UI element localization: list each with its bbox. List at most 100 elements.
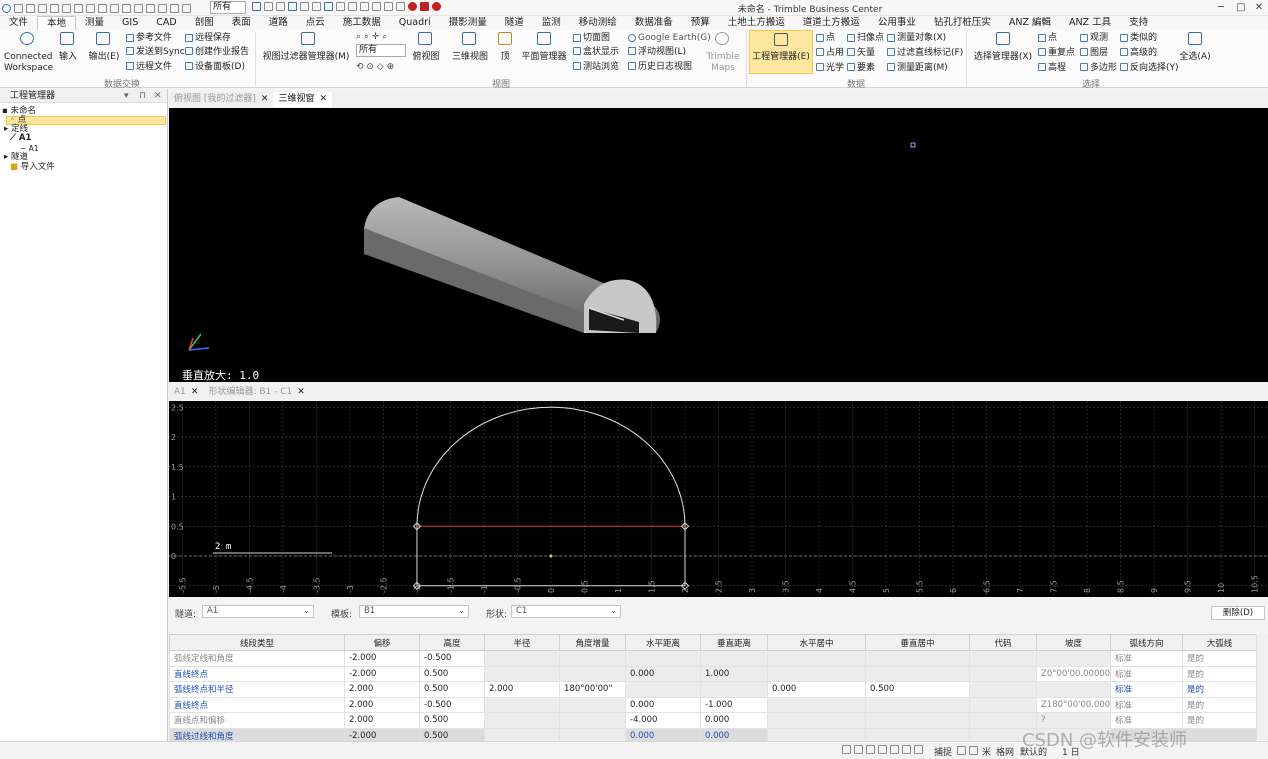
refresh-icon[interactable] <box>324 2 333 11</box>
menu-item[interactable]: 本地 <box>37 16 77 30</box>
menu-item[interactable]: 预算 <box>682 16 719 30</box>
snap-angle-icon[interactable] <box>902 745 911 754</box>
tree-item-imported-files[interactable]: ■ 导入文件 <box>10 163 55 172</box>
snap-point-icon[interactable] <box>854 745 863 754</box>
table-cell[interactable]: 弧线终点和半径 <box>169 681 345 698</box>
nav-tools[interactable]: ⟲ ⊙ ◇ ⊕ <box>356 62 394 72</box>
vector-button[interactable]: 矢量 <box>857 48 875 58</box>
table-cell[interactable]: 1.000 <box>700 665 768 682</box>
menu-item[interactable]: 文件 <box>0 16 37 30</box>
table-cell[interactable] <box>559 712 626 729</box>
shape-select[interactable]: C1 ⌄ <box>511 605 621 618</box>
tab-3d-view[interactable]: 三维视窗 ✕ <box>273 92 332 107</box>
column-header[interactable]: 大弧线 <box>1182 634 1257 651</box>
snap-mid-icon[interactable] <box>878 745 887 754</box>
menu-item[interactable]: 摄影测量 <box>440 16 496 30</box>
copy-icon[interactable] <box>312 2 321 11</box>
remote-save-button[interactable]: 远程保存 <box>195 33 231 43</box>
table-cell[interactable]: -0.500 <box>419 696 485 713</box>
occupation-button[interactable]: 占用 <box>826 48 844 58</box>
table-cell[interactable]: 0.000 <box>700 712 768 729</box>
history-log-button[interactable]: 历史日志视图 <box>638 62 692 72</box>
table-cell[interactable]: -2.000 <box>344 650 420 667</box>
select-elevation-button[interactable]: 高程 <box>1048 63 1066 73</box>
panel-close-icon[interactable]: ✕ <box>154 89 162 103</box>
zoom-tools[interactable]: ⌕ ⌕ ✛ ⌕ <box>356 32 387 42</box>
link-icon[interactable] <box>288 2 297 11</box>
table-cell[interactable]: 标准 <box>1110 650 1183 667</box>
tab-close-icon[interactable]: ✕ <box>297 385 305 400</box>
table-cell[interactable] <box>559 696 626 713</box>
menu-item[interactable]: 施工数据 <box>334 16 390 30</box>
table-cell[interactable]: 2.000 <box>344 681 420 698</box>
snap-end-icon[interactable] <box>866 745 875 754</box>
tab-close-icon[interactable]: ✕ <box>319 92 327 107</box>
table-cell[interactable]: 0.500 <box>419 665 485 682</box>
view-icon[interactable] <box>182 3 191 13</box>
coordinate-icon[interactable] <box>957 746 966 755</box>
table-cell[interactable] <box>969 650 1037 667</box>
table-cell[interactable] <box>559 665 626 682</box>
table-cell[interactable]: -0.500 <box>419 650 485 667</box>
menu-item[interactable]: 移动测绘 <box>570 16 626 30</box>
select-observation-button[interactable]: 观测 <box>1090 33 1108 43</box>
new-icon[interactable] <box>14 3 23 13</box>
table-scrollbar[interactable] <box>1256 634 1268 740</box>
snap-perp-icon[interactable] <box>914 745 923 754</box>
table-cell[interactable] <box>484 696 560 713</box>
table-cell[interactable] <box>865 665 970 682</box>
pan-icon[interactable] <box>170 3 179 13</box>
box-display-button[interactable]: 盒状显示 <box>583 47 619 57</box>
measure-icon[interactable] <box>276 2 285 11</box>
table-cell[interactable] <box>700 650 768 667</box>
select-icon[interactable] <box>300 2 309 11</box>
column-header[interactable]: 角度增量 <box>559 634 626 651</box>
line-icon[interactable] <box>384 2 393 11</box>
tree-item-tunnel[interactable]: ▸ 隧道 <box>4 153 28 162</box>
table-cell[interactable]: 是的 <box>1182 665 1257 682</box>
units-icon[interactable] <box>969 746 978 755</box>
menu-item[interactable]: ANZ 編輯 <box>1000 16 1060 30</box>
table-cell[interactable] <box>969 696 1037 713</box>
unit-status[interactable]: 米 <box>982 745 991 758</box>
table-cell[interactable] <box>1036 650 1111 667</box>
tab-shape-editor[interactable]: 形状编辑器: B1 - C1 ✕ <box>203 385 309 400</box>
column-header[interactable]: 半径 <box>484 634 560 651</box>
grid-status[interactable]: 格网 <box>996 745 1014 758</box>
table-cell[interactable]: 0.500 <box>419 712 485 729</box>
table-cell[interactable]: -4.000 <box>625 712 701 729</box>
table-cell[interactable] <box>625 650 701 667</box>
table-cell[interactable] <box>1036 681 1111 698</box>
menu-item[interactable]: 道道土方搬运 <box>794 16 869 30</box>
table-cell[interactable] <box>865 712 970 729</box>
table-cell[interactable]: Z180°00'00.000000 <box>1036 696 1111 713</box>
table-cell[interactable] <box>484 712 560 729</box>
column-header[interactable]: 垂直距离 <box>700 634 768 651</box>
feature-button[interactable]: 要素 <box>857 63 875 73</box>
shape-editor-canvas[interactable]: 2.5 2 1.5 1 0.5 0 -5.5 -5 -4.5 -4 -3.5 -3 -2.5 -2 -1.5… <box>169 401 1268 597</box>
tab-plan-view[interactable]: 俯视图 [我的过滤器] ✕ <box>169 92 273 107</box>
snap-grid-icon[interactable] <box>842 745 851 754</box>
select-reverse-button[interactable]: 反向选择(Y) <box>1130 63 1179 73</box>
view-filter-combo[interactable]: 所有 <box>356 44 406 57</box>
table-cell[interactable]: 0.500 <box>865 681 970 698</box>
rect-select-icon[interactable] <box>146 3 155 13</box>
new-project-icon[interactable] <box>50 3 59 13</box>
panel-menu-icon[interactable]: ▾ <box>124 89 129 103</box>
select-advanced-button[interactable]: 高级的 <box>1130 48 1157 58</box>
menu-item[interactable]: 钻孔打桩压实 <box>925 16 1000 30</box>
table-cell[interactable]: 直线终点 <box>169 665 345 682</box>
float-view-button[interactable]: 浮动视图(L) <box>638 47 686 57</box>
save-icon[interactable] <box>74 3 83 13</box>
table-cell[interactable] <box>767 696 866 713</box>
column-header[interactable]: 水平居中 <box>767 634 866 651</box>
table-cell[interactable] <box>767 712 866 729</box>
record-icon[interactable] <box>408 2 417 11</box>
send-sync-button[interactable]: 发送到Sync <box>136 47 185 57</box>
template-select[interactable]: B1 ⌄ <box>359 605 469 618</box>
panel-pin-icon[interactable]: ⊓ <box>139 89 146 103</box>
select-point-button[interactable]: 点 <box>1048 33 1057 43</box>
three-d-viewport[interactable]: 垂直放大: 1.0 <box>169 108 1268 382</box>
rotate-icon[interactable] <box>348 2 357 11</box>
table-cell[interactable]: 直线点和偏移 <box>169 712 345 729</box>
